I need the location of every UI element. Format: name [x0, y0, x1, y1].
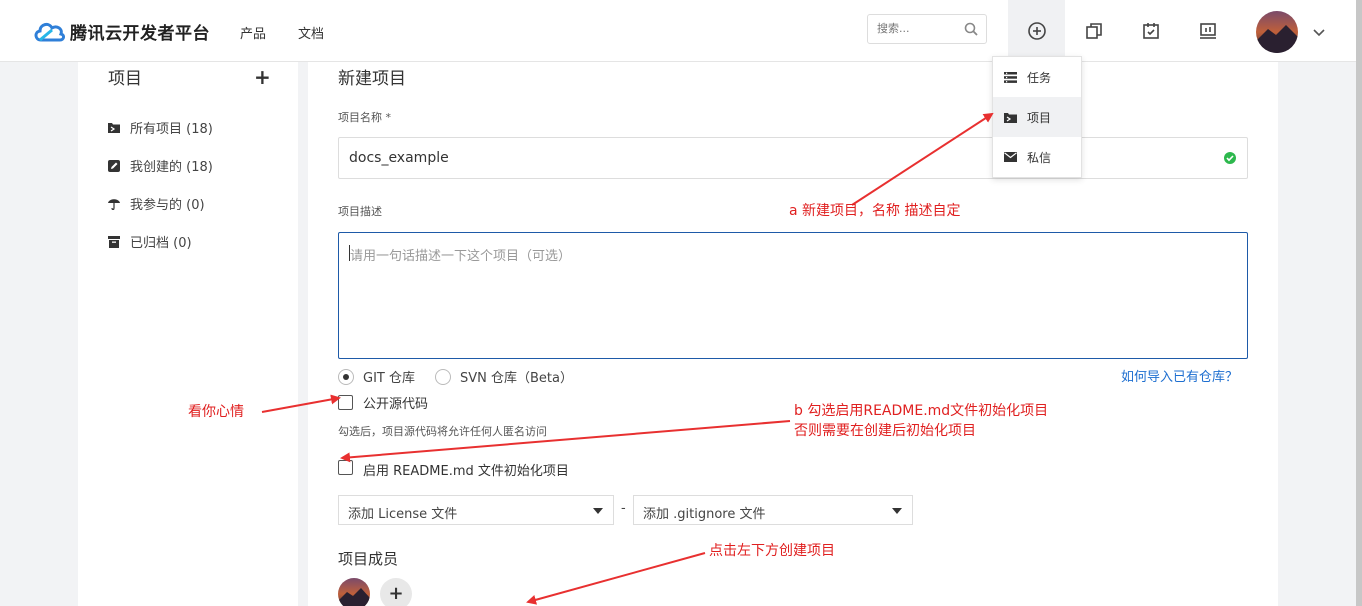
- dropdown-item-label: 任务: [1027, 70, 1052, 85]
- import-repo-link[interactable]: 如何导入已有仓库？: [1121, 366, 1238, 385]
- annotation-click: 点击左下方创建项目: [709, 543, 835, 559]
- repo-type-group: GIT 仓库 SVN 仓库（Beta）: [338, 367, 573, 386]
- member-avatar[interactable]: [338, 578, 370, 606]
- project-name-value: docs_example: [349, 150, 449, 166]
- nav-docs[interactable]: 文档: [298, 23, 324, 42]
- cloud-logo-icon: [32, 18, 66, 44]
- dropdown-item-label: 项目: [1027, 110, 1052, 125]
- public-source-hint: 勾选后，项目源代码将允许任何人匿名访问: [338, 425, 547, 438]
- members-title: 项目成员: [338, 550, 399, 568]
- annotation-mood: 看你心情: [188, 404, 244, 420]
- add-project-button[interactable]: +: [254, 65, 271, 89]
- project-name-label: 项目名称 *: [338, 111, 391, 124]
- sidebar-title: 项目: [108, 69, 142, 89]
- page-title: 新建项目: [338, 69, 406, 89]
- readme-init-label[interactable]: 启用 README.md 文件初始化项目: [363, 460, 569, 479]
- search-box[interactable]: [867, 14, 987, 44]
- umbrella-icon: [108, 198, 120, 210]
- copy-button[interactable]: [1065, 0, 1122, 62]
- dropdown-item-message[interactable]: 私信: [993, 137, 1081, 177]
- create-new-button[interactable]: [1008, 0, 1065, 62]
- check-circle-icon: [1223, 151, 1237, 169]
- create-dropdown-menu: 任务 项目 私信: [992, 56, 1082, 178]
- search-icon[interactable]: [964, 22, 978, 40]
- sidebar-item-label: 我创建的 (18): [130, 160, 213, 175]
- project-sidebar: 项目 + 所有项目 (18) 我创建的 (18) 我参与的 (0) 已归档 (0…: [78, 62, 298, 606]
- scrollbar-thumb[interactable]: [1356, 0, 1362, 606]
- sidebar-item-label: 已归档 (0): [130, 236, 192, 251]
- readme-init-checkbox[interactable]: [338, 460, 353, 475]
- svn-repo-radio[interactable]: [434, 368, 451, 385]
- dropdown-item-label: 私信: [1027, 150, 1052, 165]
- chevron-down-icon[interactable]: [1313, 26, 1325, 41]
- git-repo-radio[interactable]: [338, 368, 354, 385]
- annotation-a: a 新建项目，名称 描述自定: [789, 203, 961, 219]
- presentation-button[interactable]: [1179, 0, 1236, 62]
- sidebar-item-label: 所有项目 (18): [130, 122, 213, 137]
- edit-icon: [108, 159, 120, 172]
- logo[interactable]: 腾讯云开发者平台: [32, 18, 210, 44]
- sidebar-item-archived[interactable]: 已归档 (0): [108, 232, 192, 251]
- sidebar-item-participated[interactable]: 我参与的 (0): [108, 194, 205, 213]
- license-select-value: 添加 License 文件: [348, 507, 458, 522]
- public-source-label[interactable]: 公开源代码: [363, 393, 428, 412]
- presentation-icon: [1199, 23, 1216, 39]
- nav-products[interactable]: 产品: [240, 23, 266, 42]
- calendar-check-icon: [1142, 23, 1159, 39]
- project-desc-label: 项目描述: [338, 205, 382, 218]
- git-repo-label[interactable]: GIT 仓库: [363, 367, 415, 386]
- dropdown-item-project[interactable]: 项目: [993, 97, 1081, 137]
- user-avatar[interactable]: [1256, 11, 1298, 53]
- annotation-b-line1: b 勾选启用README.md文件初始化项目: [794, 403, 1049, 419]
- scrollbar[interactable]: [1356, 0, 1362, 606]
- sidebar-item-label: 我参与的 (0): [130, 198, 205, 213]
- archive-icon: [108, 235, 120, 248]
- project-name-field[interactable]: docs_example: [338, 137, 1248, 179]
- annotation-b: b 勾选启用README.md文件初始化项目 否则需要在创建后初始化项目: [794, 401, 1048, 441]
- top-navigation-bar: 腾讯云开发者平台 产品 文档: [0, 0, 1356, 62]
- caret-down-icon: [593, 508, 603, 514]
- copy-icon: [1085, 23, 1102, 39]
- project-description-textarea[interactable]: 请用一句话描述一下这个项目（可选）: [338, 232, 1248, 359]
- calendar-button[interactable]: [1122, 0, 1179, 62]
- plus-circle-icon: [1027, 22, 1046, 40]
- gitignore-select[interactable]: 添加 .gitignore 文件: [633, 495, 913, 525]
- svn-repo-label[interactable]: SVN 仓库（Beta）: [460, 367, 573, 386]
- add-member-button[interactable]: +: [380, 578, 412, 606]
- dropdown-item-task[interactable]: 任务: [993, 57, 1081, 97]
- license-select[interactable]: 添加 License 文件: [338, 495, 614, 525]
- select-separator: -: [621, 501, 626, 516]
- caret-down-icon: [892, 508, 902, 514]
- sidebar-item-all-projects[interactable]: 所有项目 (18): [108, 118, 213, 137]
- task-list-icon: [1004, 71, 1017, 83]
- public-source-checkbox[interactable]: [338, 395, 353, 410]
- envelope-icon: [1004, 152, 1017, 162]
- new-project-form: 新建项目 项目名称 * docs_example 项目描述 请用一句话描述一下这…: [308, 62, 1278, 606]
- search-input[interactable]: [877, 22, 957, 35]
- folder-icon: [108, 123, 120, 133]
- project-folder-icon: [1004, 112, 1017, 123]
- description-placeholder: 请用一句话描述一下这个项目（可选）: [350, 249, 572, 264]
- sidebar-item-created[interactable]: 我创建的 (18): [108, 156, 213, 175]
- annotation-b-line2: 否则需要在创建后初始化项目: [794, 423, 976, 439]
- gitignore-select-value: 添加 .gitignore 文件: [643, 507, 766, 522]
- logo-text: 腾讯云开发者平台: [70, 23, 210, 44]
